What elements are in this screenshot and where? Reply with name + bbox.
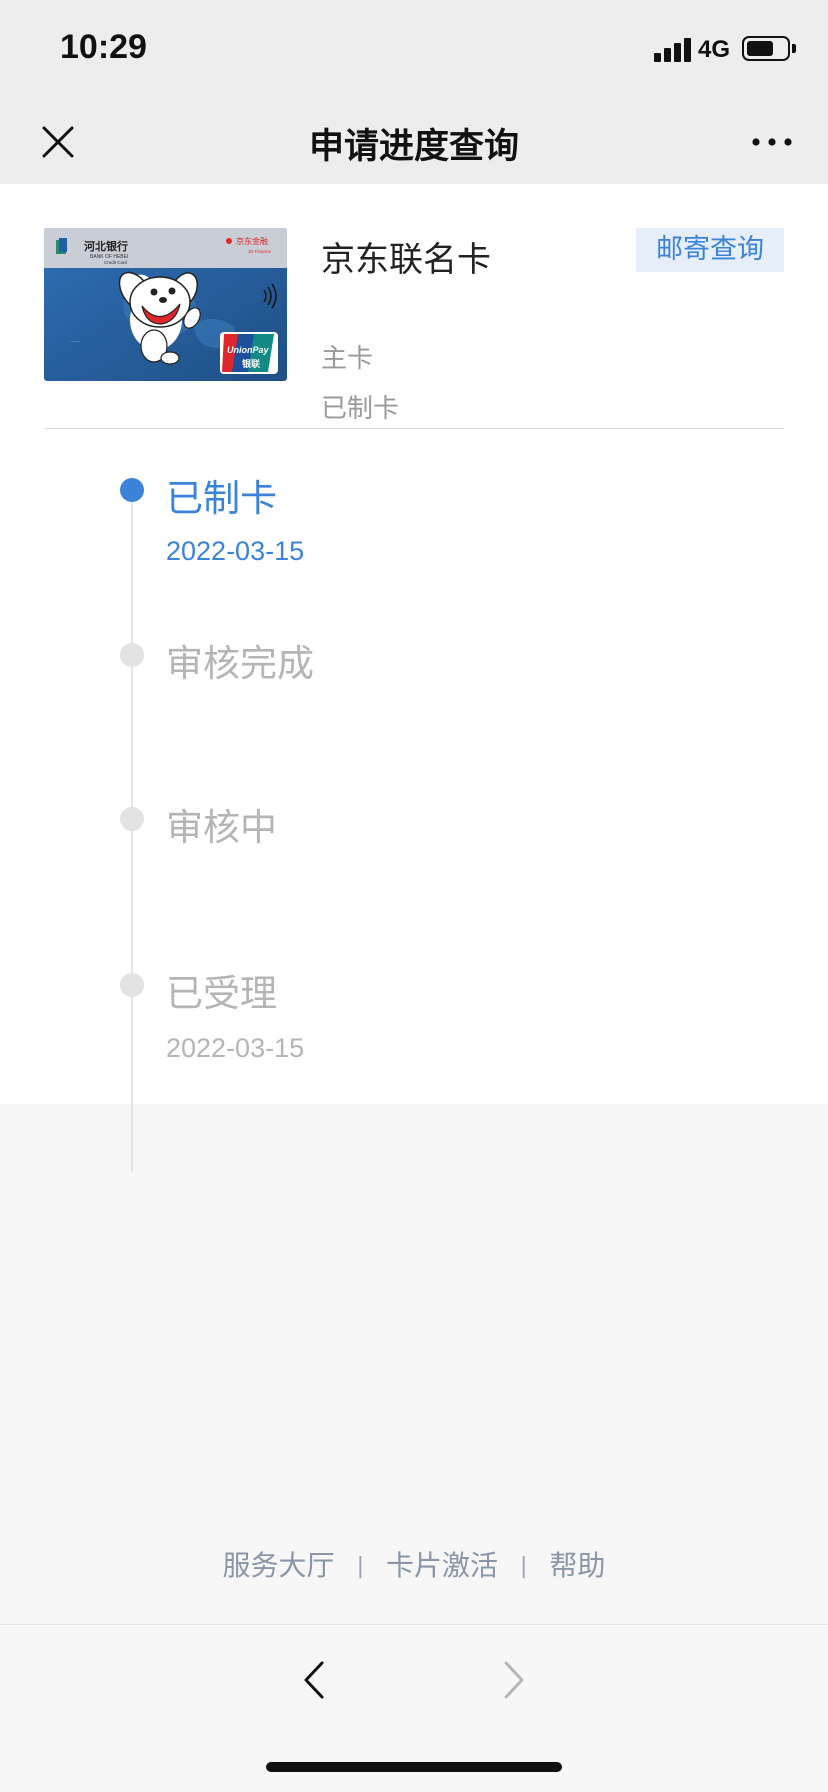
navbar: 申请进度查询 — [0, 100, 828, 184]
more-icon[interactable] — [748, 122, 796, 162]
timeline-step-title: 已受理 — [166, 972, 277, 1015]
svg-text:⋯⋯: ⋯⋯ — [70, 339, 80, 345]
timeline-step-title: 审核完成 — [166, 642, 314, 685]
divider — [44, 428, 784, 429]
status-time: 10:29 — [60, 28, 147, 66]
card-image: 河北银行 BANK OF HEBEI Credit Card 京东金融 JD F… — [44, 228, 287, 381]
timeline-dot — [120, 973, 144, 997]
bank-name: 河北银行 — [84, 239, 128, 253]
forward-arrow-icon[interactable] — [496, 1655, 532, 1705]
page-title: 申请进度查询 — [308, 127, 519, 167]
back-arrow-icon[interactable] — [296, 1655, 332, 1705]
unionpay-label: UnionPay — [227, 345, 270, 355]
timeline-dot — [120, 807, 144, 831]
signal-icon — [654, 38, 692, 62]
unionpay-cn-label: 银联 — [242, 358, 261, 370]
timeline-step-date: 2022-03-15 — [166, 1033, 305, 1063]
content-panel: 河北银行 BANK OF HEBEI Credit Card 京东金融 JD F… — [0, 184, 828, 1172]
battery-tip — [792, 44, 796, 53]
card-type: 主卡 — [321, 344, 374, 374]
network-label: 4G — [698, 36, 731, 63]
footer-links: 服务大厅 | 卡片激活 | 帮助 — [0, 1544, 828, 1584]
timeline-dot — [120, 643, 144, 667]
timeline-dot — [120, 478, 144, 502]
battery-icon — [742, 36, 790, 61]
timeline-step-title: 已制卡 — [166, 477, 277, 520]
timeline-step-date: 2022-03-15 — [166, 536, 305, 566]
mail-query-button[interactable]: 邮寄查询 — [636, 228, 784, 272]
timeline-step-title: 审核中 — [166, 806, 277, 849]
partner-name-en: JD Finance — [248, 249, 271, 254]
help-link[interactable]: 帮助 — [549, 1549, 605, 1582]
service-hall-link[interactable]: 服务大厅 — [223, 1549, 335, 1582]
timeline-line — [131, 502, 133, 1172]
status-bar: 10:29 4G — [0, 0, 828, 100]
card-status: 已制卡 — [321, 394, 400, 424]
card-label: Credit Card — [104, 260, 128, 265]
home-indicator — [266, 1762, 562, 1772]
footer-separator: | — [356, 1554, 364, 1579]
card-activation-link[interactable]: 卡片激活 — [386, 1549, 498, 1582]
footer-separator: | — [520, 1554, 528, 1579]
card-name: 京东联名卡 — [321, 240, 491, 280]
partner-name: 京东金融 — [236, 236, 268, 246]
